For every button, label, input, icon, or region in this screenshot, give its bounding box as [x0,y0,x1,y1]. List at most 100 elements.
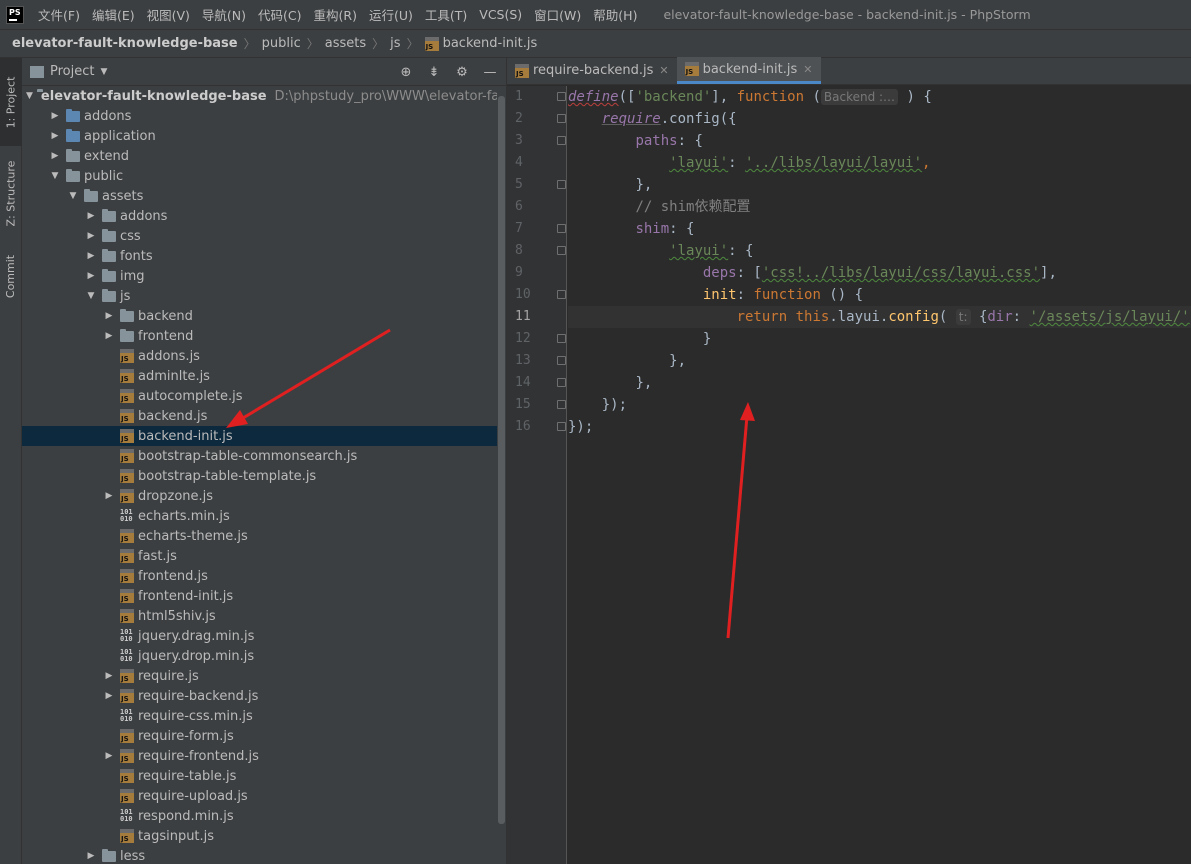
code-line-2[interactable]: require.config({ [568,108,1191,130]
menu-tools[interactable]: 工具(T) [419,5,473,24]
chevron-right-icon[interactable]: ▶ [48,131,62,141]
menu-refactor[interactable]: 重构(R) [308,5,363,24]
tree-file[interactable]: JS require-form.js [22,726,497,746]
tree-file[interactable]: ▶ JS require-backend.js [22,686,497,706]
tree-file[interactable]: JS frontend-init.js [22,586,497,606]
chevron-down-icon[interactable]: ▼ [100,67,107,77]
code-line-16[interactable]: }); [568,416,1191,438]
line-number[interactable]: 6 [507,196,566,218]
tree-folder[interactable]: ▶ application [22,126,497,146]
breadcrumb-assets[interactable]: assets [325,36,366,51]
tree-file[interactable]: ▶ JS dropzone.js [22,486,497,506]
code-line-12[interactable]: } [568,328,1191,350]
line-number[interactable]: 8 [507,240,566,262]
tree-folder[interactable]: ▼ js [22,286,497,306]
code-line-7[interactable]: shim: { [568,218,1191,240]
tree-folder[interactable]: ▶ less [22,846,497,864]
chevron-down-icon[interactable]: ▼ [48,171,62,181]
line-number-gutter[interactable]: 1 2 3 4 5 6 7 8 9 10 11 12 13 14 15 16 [507,86,567,864]
tree-file[interactable]: JS backend-init.js [22,426,497,446]
tree-file[interactable]: JS fast.js [22,546,497,566]
code-line-11[interactable]: return this.layui.config( t: {dir: '/ass… [568,306,1191,328]
chevron-right-icon[interactable]: ▶ [84,271,98,281]
code-line-6[interactable]: // shim依赖配置 [568,196,1191,218]
chevron-right-icon[interactable]: ▶ [102,751,116,761]
tree-file[interactable]: 101 010 require-css.min.js [22,706,497,726]
code-line-3[interactable]: paths: { [568,130,1191,152]
fold-marker-icon[interactable] [557,136,566,145]
menu-window[interactable]: 窗口(W) [528,5,587,24]
fold-marker-icon[interactable] [557,180,566,189]
fold-marker-icon[interactable] [557,224,566,233]
tree-folder[interactable]: ▼ assets [22,186,497,206]
line-number[interactable]: 5 [507,174,566,196]
fold-marker-icon[interactable] [557,400,566,409]
tree-file[interactable]: JS require-table.js [22,766,497,786]
line-number[interactable]: 1 [507,86,566,108]
tree-file[interactable]: JS tagsinput.js [22,826,497,846]
tree-folder[interactable]: ▶ addons [22,106,497,126]
tree-file[interactable]: JS echarts-theme.js [22,526,497,546]
close-icon[interactable]: ✕ [659,64,668,77]
chevron-right-icon[interactable]: ▶ [102,691,116,701]
tree-folder[interactable]: ▶ frontend [22,326,497,346]
target-icon[interactable]: ⊕ [398,65,414,80]
tab-project-tool[interactable]: 1: Project [0,58,22,146]
breadcrumb-public[interactable]: public [262,36,301,51]
fold-marker-icon[interactable] [557,92,566,101]
tree-file[interactable]: JS backend.js [22,406,497,426]
fold-marker-icon[interactable] [557,378,566,387]
code-line-15[interactable]: }); [568,394,1191,416]
tree-file[interactable]: 101 010 jquery.drag.min.js [22,626,497,646]
menu-navigate[interactable]: 导航(N) [196,5,252,24]
menu-edit[interactable]: 编辑(E) [86,5,141,24]
fold-marker-icon[interactable] [557,290,566,299]
line-number[interactable]: 12 [507,328,566,350]
tree-folder[interactable]: ▶ fonts [22,246,497,266]
tree-file[interactable]: JS html5shiv.js [22,606,497,626]
code-line-8[interactable]: 'layui': { [568,240,1191,262]
chevron-down-icon[interactable]: ▼ [26,91,33,101]
chevron-right-icon[interactable]: ▶ [84,251,98,261]
line-number[interactable]: 2 [507,108,566,130]
code-line-10[interactable]: init: function () { [568,284,1191,306]
breadcrumb-file[interactable]: JS backend-init.js [424,36,537,51]
fold-marker-icon[interactable] [557,356,566,365]
project-scrollbar[interactable] [497,86,506,864]
tree-file[interactable]: JS autocomplete.js [22,386,497,406]
code-area[interactable]: define(['backend'], function (Backend :…… [568,86,1191,864]
line-number[interactable]: 3 [507,130,566,152]
chevron-right-icon[interactable]: ▶ [48,151,62,161]
tree-file[interactable]: 101 010 respond.min.js [22,806,497,826]
line-number[interactable]: 7 [507,218,566,240]
scrollbar-thumb[interactable] [498,96,505,824]
menu-code[interactable]: 代码(C) [252,5,307,24]
tree-file[interactable]: JS adminlte.js [22,366,497,386]
code-line-14[interactable]: }, [568,372,1191,394]
tree-folder[interactable]: ▶ css [22,226,497,246]
project-view-selector[interactable]: Project [50,64,94,79]
line-number[interactable]: 14 [507,372,566,394]
close-icon[interactable]: ✕ [803,63,812,76]
code-line-4[interactable]: 'layui': '../libs/layui/layui', [568,152,1191,174]
breadcrumb-js[interactable]: js [390,36,400,51]
line-number[interactable]: 10 [507,284,566,306]
minimize-icon[interactable]: — [482,65,498,80]
code-line-5[interactable]: }, [568,174,1191,196]
tree-file[interactable]: JS bootstrap-table-commonsearch.js [22,446,497,466]
tab-backend-init[interactable]: JS backend-init.js ✕ [676,57,821,84]
chevron-right-icon[interactable]: ▶ [102,671,116,681]
tree-file[interactable]: ▶ JS require.js [22,666,497,686]
collapse-all-icon[interactable]: ⇟ [426,65,442,80]
line-number[interactable]: 15 [507,394,566,416]
tree-file[interactable]: JS bootstrap-table-template.js [22,466,497,486]
tree-folder[interactable]: ▼ public [22,166,497,186]
tree-folder[interactable]: ▶ img [22,266,497,286]
chevron-right-icon[interactable]: ▶ [48,111,62,121]
tree-file[interactable]: ▶ JS require-frontend.js [22,746,497,766]
line-number[interactable]: 13 [507,350,566,372]
code-line-9[interactable]: deps: ['css!../libs/layui/css/layui.css'… [568,262,1191,284]
tree-folder[interactable]: ▶ backend [22,306,497,326]
tab-commit-tool[interactable]: Commit [0,244,22,308]
chevron-right-icon[interactable]: ▶ [84,851,98,861]
